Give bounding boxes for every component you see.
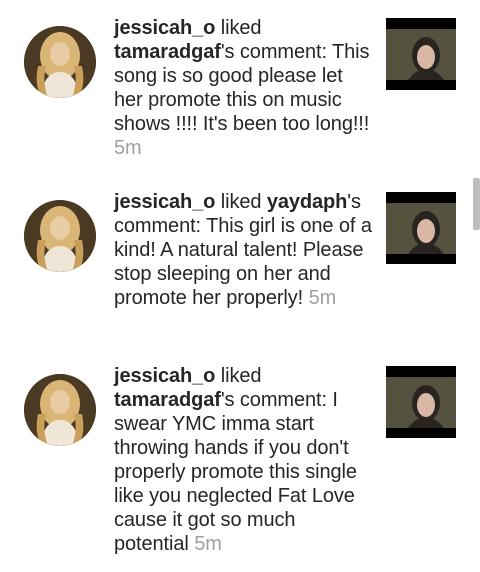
action-text: liked (215, 17, 262, 39)
timestamp: 5m (308, 287, 337, 309)
action-text: liked (215, 191, 267, 213)
thumbnail-image (386, 29, 456, 80)
post-thumbnail[interactable] (386, 366, 456, 438)
avatar-photo-icon (24, 200, 96, 272)
video-thumbnail-icon (386, 29, 456, 80)
avatar-photo-icon (24, 374, 96, 446)
scrollbar[interactable] (473, 178, 480, 230)
timestamp: 5m (114, 137, 142, 159)
target-username[interactable]: yaydaph (267, 191, 348, 213)
timestamp: 5m (194, 533, 222, 555)
target-username[interactable]: tamaradgaf (114, 389, 221, 411)
avatar[interactable] (24, 374, 96, 446)
action-text: liked (215, 365, 262, 387)
thumbnail-image (386, 203, 456, 254)
avatar[interactable] (24, 200, 96, 272)
notification-text: jessicah_o liked tamaradgaf's comment: T… (114, 16, 372, 160)
video-thumbnail-icon (386, 203, 456, 254)
post-thumbnail[interactable] (386, 18, 456, 90)
activity-feed: jessicah_o liked tamaradgaf's comment: T… (0, 0, 480, 572)
notification-text: jessicah_o liked yaydaph's comment: This… (114, 190, 372, 310)
target-username[interactable]: tamaradgaf (114, 41, 221, 63)
thumbnail-image (386, 377, 456, 428)
post-thumbnail[interactable] (386, 192, 456, 264)
actor-username[interactable]: jessicah_o (114, 191, 215, 213)
video-thumbnail-icon (386, 377, 456, 428)
avatar[interactable] (24, 26, 96, 98)
avatar-photo-icon (24, 26, 96, 98)
actor-username[interactable]: jessicah_o (114, 365, 215, 387)
notification-text: jessicah_o liked tamaradgaf's comment: I… (114, 364, 372, 556)
actor-username[interactable]: jessicah_o (114, 17, 215, 39)
comment-text: 's comment: I swear YMC imma start throw… (114, 389, 357, 555)
